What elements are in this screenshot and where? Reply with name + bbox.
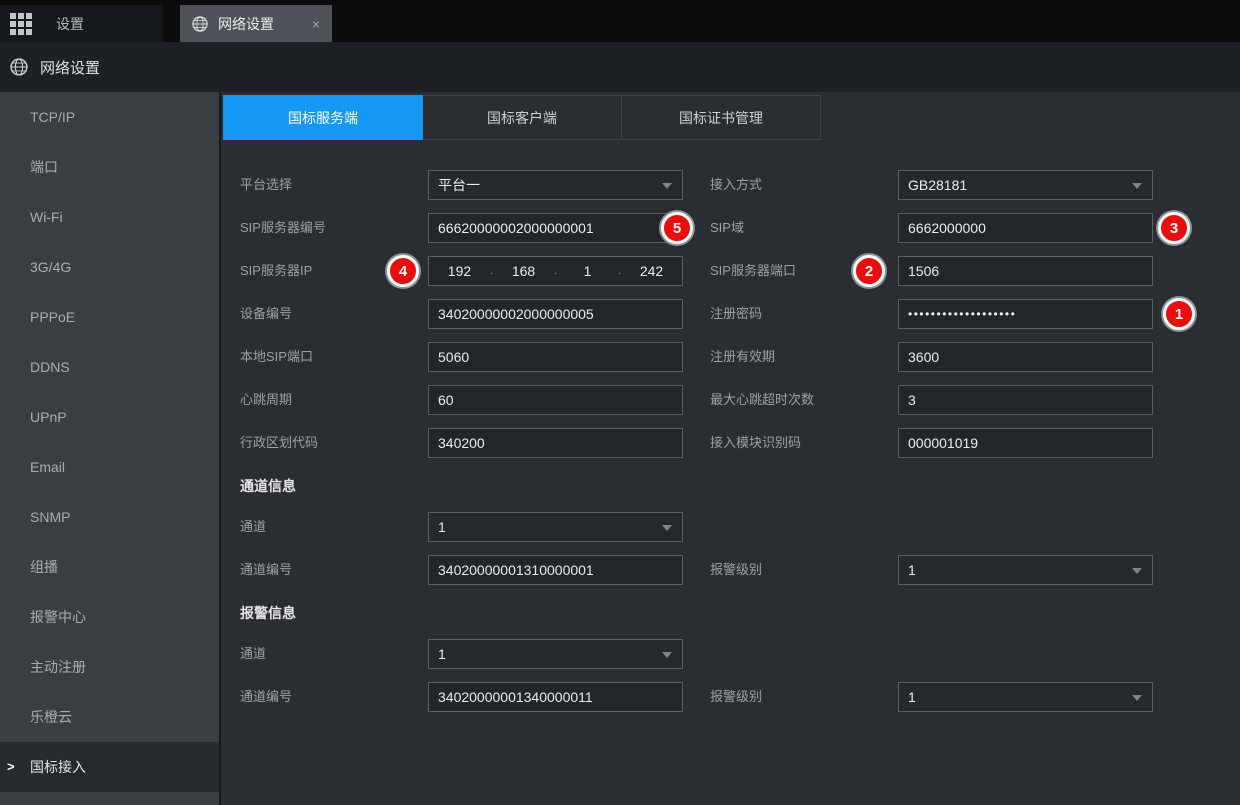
admin-region-code-label: 行政区划代码 <box>240 428 428 458</box>
dropdown-arrow-icon <box>662 183 672 189</box>
device-id-label: 设备编号 <box>240 299 428 329</box>
alarm-level-dropdown-2[interactable]: 1 <box>898 682 1153 712</box>
access-module-id-label: 接入模块识别码 <box>710 428 898 458</box>
gb-tab-group: 国标服务端 国标客户端 国标证书管理 <box>223 95 821 140</box>
page-title: 网络设置 <box>40 57 100 78</box>
device-id-input[interactable] <box>428 299 683 329</box>
access-type-label: 接入方式 <box>710 170 898 200</box>
callout-badge-3: 3 <box>1158 212 1190 244</box>
sidebar-item-ddns[interactable]: DDNS <box>0 342 219 392</box>
platform-select-value: 平台一 <box>438 177 480 193</box>
channel-dropdown[interactable]: 1 <box>428 512 683 542</box>
max-heartbeat-timeout-label: 最大心跳超时次数 <box>710 385 898 415</box>
sidebar-item-3g4g[interactable]: 3G/4G <box>0 242 219 292</box>
access-type-value: GB28181 <box>908 177 967 193</box>
heartbeat-period-input[interactable] <box>428 385 683 415</box>
channel-info-section-title: 通道信息 <box>240 471 1153 501</box>
channel-id-input[interactable] <box>428 555 683 585</box>
ip-octet-4[interactable]: 242 <box>621 263 682 279</box>
gb-server-form: 平台选择 平台一 接入方式 GB28181 SIP服务器编号 5 <box>240 170 1153 725</box>
ip-octet-2[interactable]: 168 <box>493 263 554 279</box>
sidebar-item-gb28181[interactable]: > 国标接入 <box>0 742 219 792</box>
alarm-level-label: 报警级别 <box>710 555 898 585</box>
sidebar-item-port[interactable]: 端口 <box>0 142 219 192</box>
sidebar-item-email[interactable]: Email <box>0 442 219 492</box>
callout-badge-2: 2 <box>853 255 885 287</box>
tab-gb-server[interactable]: 国标服务端 <box>223 95 423 140</box>
sidebar-item-alarm-center[interactable]: 报警中心 <box>0 592 219 642</box>
channel-label: 通道 <box>240 512 428 542</box>
alarm-channel-id-input[interactable] <box>428 682 683 712</box>
chevron-right-icon: > <box>7 742 15 792</box>
callout-badge-1: 1 <box>1163 298 1195 330</box>
dropdown-arrow-icon <box>1132 695 1142 701</box>
max-heartbeat-timeout-input[interactable] <box>898 385 1153 415</box>
sidebar-item-lechange[interactable]: 乐橙云 <box>0 692 219 742</box>
active-tab-label: 网络设置 <box>218 14 274 34</box>
ip-octet-1[interactable]: 192 <box>429 263 490 279</box>
channel-value: 1 <box>438 519 446 535</box>
register-password-label: 注册密码 <box>710 299 898 329</box>
main-content: 国标服务端 国标客户端 国标证书管理 平台选择 平台一 接入方式 GB28181 <box>221 92 1240 805</box>
sip-domain-input[interactable] <box>898 213 1153 243</box>
close-icon[interactable]: × <box>312 17 320 31</box>
register-password-input[interactable] <box>898 299 1153 329</box>
apps-grid-icon[interactable] <box>10 13 32 35</box>
dropdown-arrow-icon <box>1132 568 1142 574</box>
tab-gb-cert-management[interactable]: 国标证书管理 <box>622 95 821 140</box>
top-tab-bar: 设置 网络设置 × <box>0 0 1240 42</box>
callout-badge-5: 5 <box>661 212 693 244</box>
sip-server-ip-input[interactable]: 192 . 168 . 1 . 242 <box>428 256 683 286</box>
register-valid-period-label: 注册有效期 <box>710 342 898 372</box>
dropdown-arrow-icon <box>662 652 672 658</box>
ip-octet-3[interactable]: 1 <box>557 263 618 279</box>
tab-settings-home[interactable]: 设置 <box>0 5 163 42</box>
dropdown-arrow-icon <box>1132 183 1142 189</box>
alarm-info-section-title: 报警信息 <box>240 598 1153 628</box>
local-sip-port-input[interactable] <box>428 342 683 372</box>
sidebar-item-snmp[interactable]: SNMP <box>0 492 219 542</box>
access-type-dropdown[interactable]: GB28181 <box>898 170 1153 200</box>
sidebar-item-tcpip[interactable]: TCP/IP <box>0 92 219 142</box>
alarm-level-label-2: 报警级别 <box>710 682 898 712</box>
sip-server-port-input[interactable] <box>898 256 1153 286</box>
tab-gb-client[interactable]: 国标客户端 <box>423 95 622 140</box>
register-valid-period-input[interactable] <box>898 342 1153 372</box>
alarm-level-value: 1 <box>908 562 916 578</box>
callout-badge-4: 4 <box>387 255 419 287</box>
alarm-channel-value: 1 <box>438 646 446 662</box>
access-module-id-input[interactable] <box>898 428 1153 458</box>
page-header: 网络设置 <box>0 42 1240 92</box>
sidebar: TCP/IP 端口 Wi-Fi 3G/4G PPPoE DDNS UPnP Em… <box>0 92 221 805</box>
globe-icon <box>192 16 208 32</box>
local-sip-port-label: 本地SIP端口 <box>240 342 428 372</box>
tab-network-settings[interactable]: 网络设置 × <box>180 5 332 42</box>
alarm-channel-id-label: 通道编号 <box>240 682 428 712</box>
sip-server-id-label: SIP服务器编号 <box>240 213 428 243</box>
sidebar-item-label: 国标接入 <box>30 759 86 775</box>
alarm-channel-dropdown[interactable]: 1 <box>428 639 683 669</box>
alarm-channel-label: 通道 <box>240 639 428 669</box>
sidebar-item-pppoe[interactable]: PPPoE <box>0 292 219 342</box>
sidebar-item-wifi[interactable]: Wi-Fi <box>0 192 219 242</box>
sip-domain-label: SIP域 <box>710 213 898 243</box>
home-tab-label: 设置 <box>56 14 84 34</box>
sidebar-item-upnp[interactable]: UPnP <box>0 392 219 442</box>
globe-icon <box>10 58 28 76</box>
channel-id-label: 通道编号 <box>240 555 428 585</box>
sidebar-item-multicast[interactable]: 组播 <box>0 542 219 592</box>
sip-server-id-input[interactable] <box>428 213 683 243</box>
platform-select-dropdown[interactable]: 平台一 <box>428 170 683 200</box>
heartbeat-period-label: 心跳周期 <box>240 385 428 415</box>
admin-region-code-input[interactable] <box>428 428 683 458</box>
platform-select-label: 平台选择 <box>240 170 428 200</box>
alarm-level-value-2: 1 <box>908 689 916 705</box>
dropdown-arrow-icon <box>662 525 672 531</box>
sidebar-item-auto-register[interactable]: 主动注册 <box>0 642 219 692</box>
alarm-level-dropdown[interactable]: 1 <box>898 555 1153 585</box>
